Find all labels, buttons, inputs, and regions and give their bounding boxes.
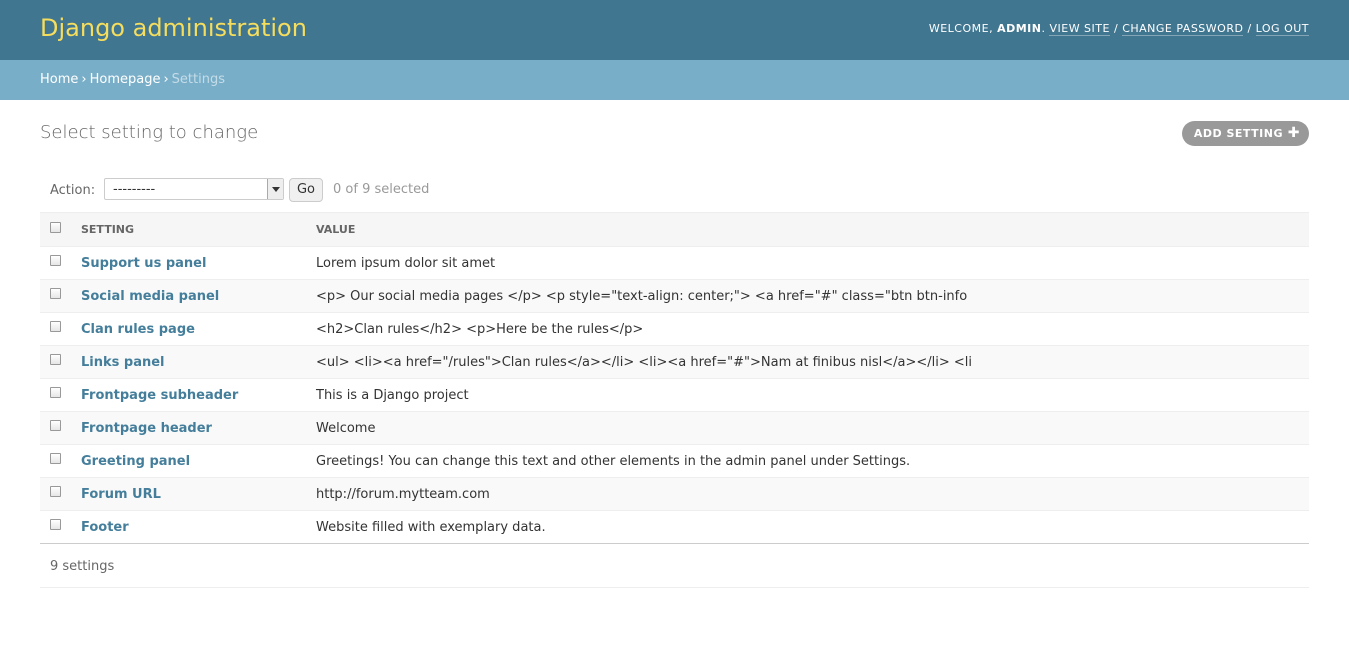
setting-link[interactable]: Greeting panel (81, 454, 190, 469)
actions-bar: Action: --------- Go 0 of 9 selected (40, 176, 1309, 204)
user-tools-separator: / (1113, 22, 1119, 35)
setting-link[interactable]: Support us panel (81, 256, 206, 271)
breadcrumb-current: Settings (171, 72, 225, 87)
row-checkbox[interactable] (50, 287, 61, 299)
welcome-text: Welcome, (928, 22, 994, 35)
paginator: 9 settings (40, 545, 1309, 588)
setting-link[interactable]: Frontpage subheader (81, 388, 238, 403)
setting-value: <ul> <li><a href="/rules">Clan rules</a>… (310, 345, 1309, 379)
setting-link[interactable]: Links panel (81, 355, 165, 370)
table-row: Frontpage subheader This is a Django pro… (40, 378, 1309, 412)
chevron-down-icon[interactable] (267, 179, 283, 199)
row-checkbox[interactable] (50, 419, 61, 431)
setting-value: http://forum.mytteam.com (310, 477, 1309, 511)
setting-value: Welcome (310, 411, 1309, 445)
setting-value: Greetings! You can change this text and … (310, 444, 1309, 478)
setting-link[interactable]: Frontpage header (81, 421, 212, 436)
select-all-header (40, 212, 75, 247)
column-header-value[interactable]: Value (310, 212, 1309, 247)
row-checkbox[interactable] (50, 353, 61, 365)
table-row: Forum URL http://forum.mytteam.com (40, 477, 1309, 511)
breadcrumb-homepage[interactable]: Homepage (90, 72, 161, 87)
change-password-link[interactable]: Change password (1122, 22, 1244, 36)
table-row: Support us panel Lorem ipsum dolor sit a… (40, 246, 1309, 280)
table-row: Frontpage header Welcome (40, 411, 1309, 445)
result-table: Setting Value Support us panel Lorem ips… (40, 212, 1309, 544)
row-checkbox[interactable] (50, 386, 61, 398)
action-select-value: --------- (113, 182, 156, 197)
table-row: Clan rules page <h2>Clan rules</h2> <p>H… (40, 312, 1309, 346)
setting-value: Website filled with exemplary data. (310, 510, 1309, 544)
setting-link[interactable]: Social media panel (81, 289, 219, 304)
site-branding[interactable]: Django administration (40, 14, 307, 42)
page-title: Select setting to change (40, 122, 259, 143)
row-checkbox[interactable] (50, 485, 61, 497)
table-row: Social media panel <p> Our social media … (40, 279, 1309, 313)
plus-icon: ✚ (1287, 125, 1300, 141)
setting-value: Lorem ipsum dolor sit amet (310, 246, 1309, 280)
user-tools-separator: / (1247, 22, 1252, 35)
table-header-row: Setting Value (40, 212, 1309, 247)
view-site-link[interactable]: View site (1049, 22, 1110, 36)
user-tools: Welcome, admin. View site / Change passw… (928, 22, 1309, 36)
setting-link[interactable]: Forum URL (81, 487, 161, 502)
column-header-setting[interactable]: Setting (75, 212, 310, 247)
action-label: Action: (50, 183, 96, 198)
breadcrumb: Home › Homepage › Settings (0, 60, 1349, 100)
setting-value: <p> Our social media pages </p> <p style… (310, 279, 1309, 313)
setting-value: This is a Django project (310, 378, 1309, 412)
selected-count: 0 of 9 selected (333, 182, 430, 197)
breadcrumb-home[interactable]: Home (40, 72, 78, 87)
select-all-checkbox[interactable] (50, 221, 61, 233)
setting-link[interactable]: Footer (81, 520, 129, 535)
setting-value: <h2>Clan rules</h2> <p>Here be the rules… (310, 312, 1309, 346)
row-checkbox[interactable] (50, 254, 61, 266)
row-checkbox[interactable] (50, 320, 61, 332)
action-select[interactable]: --------- (104, 178, 284, 200)
table-row: Links panel <ul> <li><a href="/rules">Cl… (40, 345, 1309, 379)
row-checkbox[interactable] (50, 518, 61, 530)
setting-link[interactable]: Clan rules page (81, 322, 195, 337)
table-row: Greeting panel Greetings! You can change… (40, 444, 1309, 478)
go-button[interactable]: Go (289, 178, 323, 202)
add-setting-label: Add setting (1193, 127, 1283, 140)
log-out-link[interactable]: Log out (1255, 22, 1309, 36)
row-checkbox[interactable] (50, 452, 61, 464)
username: admin (997, 22, 1042, 35)
header: Django administration Welcome, admin. Vi… (0, 0, 1349, 60)
add-setting-button[interactable]: Add setting ✚ (1181, 121, 1309, 146)
breadcrumb-separator: › (163, 72, 169, 87)
breadcrumb-separator: › (81, 72, 87, 87)
table-row: Footer Website filled with exemplary dat… (40, 510, 1309, 544)
